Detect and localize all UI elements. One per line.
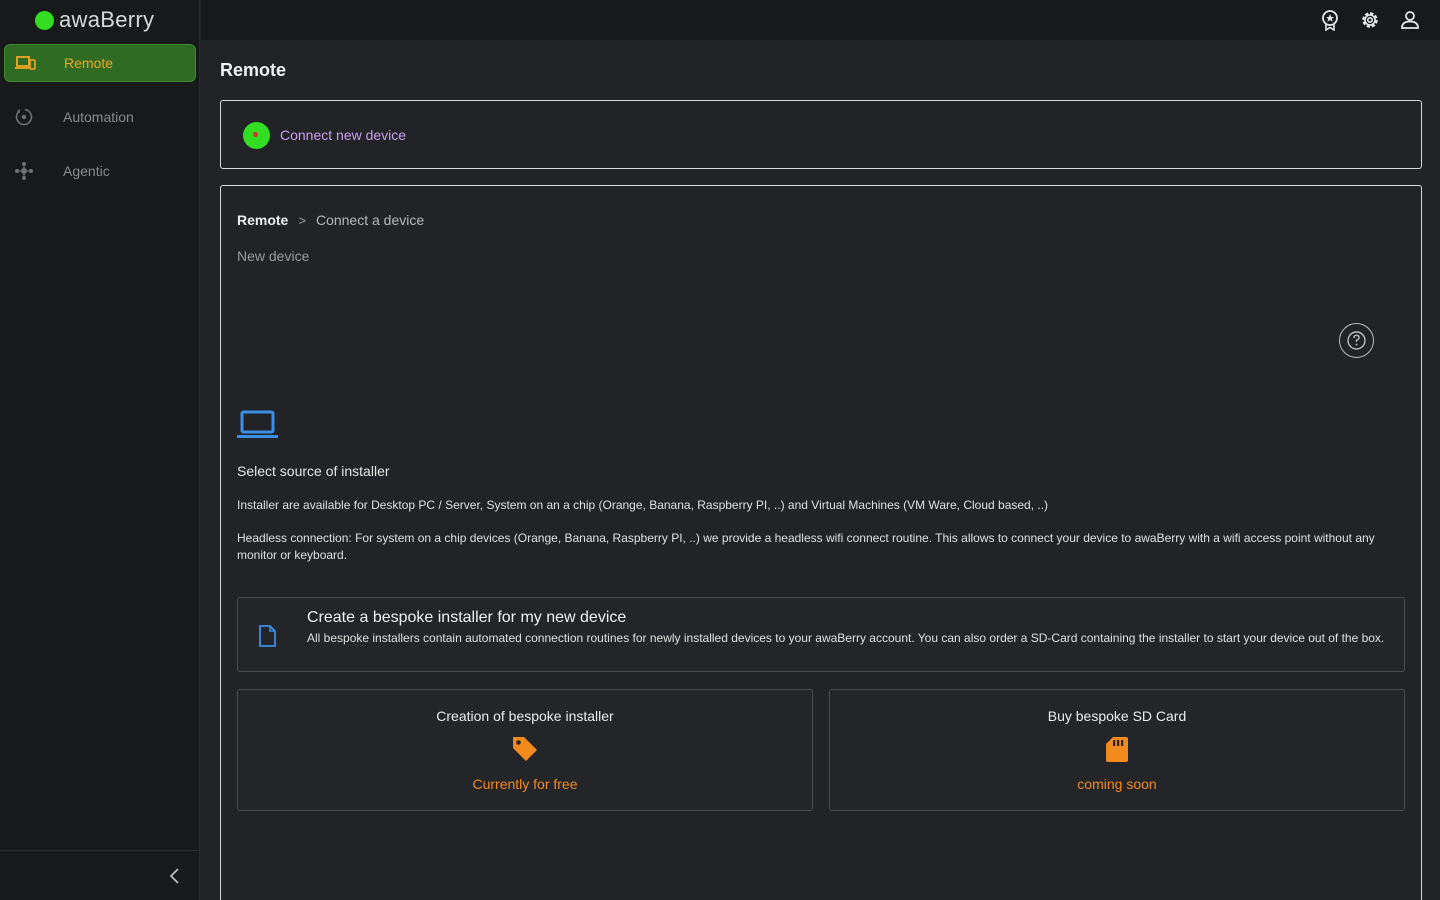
document-icon	[259, 625, 276, 647]
tag-icon	[513, 737, 537, 761]
page-title: Remote	[220, 60, 287, 80]
award-icon[interactable]	[1319, 9, 1341, 31]
breadcrumb-current: Connect a device	[315, 212, 425, 228]
topbar	[201, 0, 1440, 40]
bespoke-installer-card[interactable]: Creation of bespoke installer Currently …	[237, 689, 813, 811]
automation-icon	[15, 108, 33, 126]
bespoke-description: All bespoke installers contain automated…	[307, 631, 1385, 645]
breadcrumb: Remote > Connect a device	[237, 212, 424, 228]
bespoke-title: Create a bespoke installer for my new de…	[307, 609, 627, 626]
agentic-icon	[15, 162, 33, 180]
sidebar-item-label: Agentic	[63, 163, 110, 179]
option-title: Buy bespoke SD Card	[1047, 708, 1187, 724]
user-icon[interactable]	[1399, 9, 1421, 31]
section-title: Select source of installer	[237, 463, 390, 479]
buy-sd-card-card[interactable]: Buy bespoke SD Card coming soon	[829, 689, 1405, 811]
gear-icon[interactable]	[1359, 9, 1381, 31]
option-value: coming soon	[1077, 776, 1157, 792]
sidebar-footer	[0, 850, 200, 900]
connect-device-panel: Remote > Connect a device New device Sel…	[220, 185, 1422, 900]
brand-logo[interactable]: awaBerry	[0, 0, 199, 40]
devices-icon	[15, 56, 36, 70]
bespoke-installer-option[interactable]: Create a bespoke installer for my new de…	[237, 597, 1405, 672]
brand-dot-icon	[35, 10, 54, 30]
sidebar-item-label: Automation	[63, 109, 134, 125]
option-value: Currently for free	[472, 776, 578, 792]
status-dot-icon	[243, 122, 270, 149]
breadcrumb-root[interactable]: Remote	[237, 212, 288, 228]
chevron-left-icon[interactable]	[164, 865, 186, 887]
laptop-icon	[237, 410, 278, 438]
sidebar: awaBerry Remote Automation Agentic	[0, 0, 200, 900]
sidebar-item-label: Remote	[64, 55, 114, 71]
sidebar-item-agentic[interactable]: Agentic	[4, 152, 196, 190]
connect-new-device-link[interactable]: Connect new device	[280, 127, 406, 143]
headless-info-text: Headless connection: For system on a chi…	[237, 531, 1375, 562]
help-icon[interactable]	[1339, 323, 1374, 358]
connect-new-device-card[interactable]: Connect new device	[220, 100, 1422, 169]
sidebar-item-remote[interactable]: Remote	[4, 44, 196, 82]
installer-info-text: Installer are available for Desktop PC /…	[237, 498, 1049, 512]
option-title: Creation of bespoke installer	[436, 708, 614, 724]
brand-name: awaBerry	[59, 7, 155, 32]
sd-card-icon	[1106, 737, 1128, 762]
panel-subtitle: New device	[237, 248, 310, 264]
breadcrumb-separator-icon: >	[298, 212, 306, 228]
sidebar-item-automation[interactable]: Automation	[4, 98, 196, 136]
